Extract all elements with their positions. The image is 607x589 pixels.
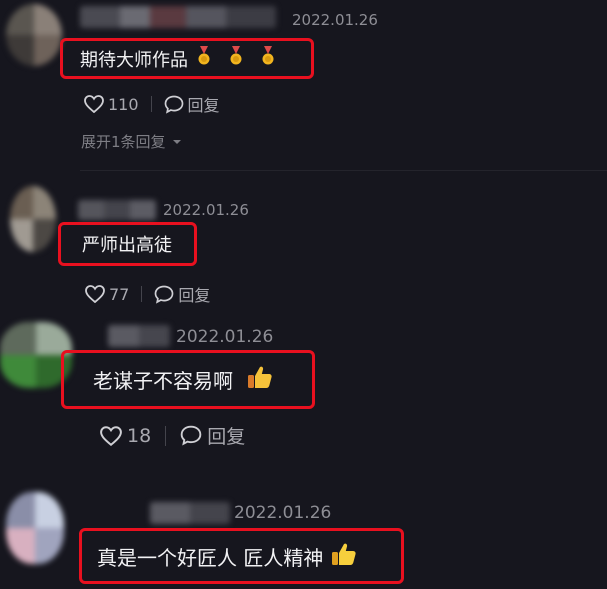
username[interactable] — [150, 502, 230, 524]
comment-text-highlight: 真是一个好匠人 匠人精神 — [79, 528, 404, 584]
comment-text: 期待大师作品 — [80, 49, 188, 71]
username[interactable] — [108, 325, 170, 347]
comment-text: 老谋子不容易啊 — [93, 369, 233, 393]
comment-bubble-icon — [180, 425, 202, 446]
like-count: 110 — [108, 94, 139, 114]
reply-button[interactable]: 回复 — [154, 282, 210, 306]
comment-actions: 110 回复 — [84, 92, 220, 116]
avatar[interactable] — [6, 492, 64, 564]
avatar[interactable] — [6, 4, 62, 66]
comment-date: 2022.01.26 — [292, 11, 378, 29]
comment-date: 2022.01.26 — [163, 201, 249, 219]
medal-icon — [228, 46, 244, 71]
username[interactable] — [80, 6, 276, 28]
reply-button[interactable]: 回复 — [180, 422, 245, 449]
comment-list: 2022.01.26 期待大师作品 110 回复 展开1条回复 2022.01.… — [0, 0, 607, 589]
comment-text-highlight: 严师出高徒 — [58, 222, 197, 266]
divider — [80, 170, 607, 171]
heart-icon — [84, 95, 104, 113]
medal-icon — [196, 46, 212, 71]
caret-down-icon — [172, 139, 181, 144]
thumbs-up-icon — [331, 542, 357, 571]
expand-replies-button[interactable]: 展开1条回复 — [81, 131, 182, 152]
avatar[interactable] — [10, 186, 56, 252]
comment-actions: 18 回复 — [100, 422, 245, 449]
reply-label: 回复 — [187, 96, 220, 115]
like-count: 18 — [127, 424, 152, 447]
heart-icon — [85, 285, 105, 303]
expand-replies-label: 展开1条回复 — [81, 133, 166, 151]
comment-bubble-icon — [164, 95, 183, 114]
like-button[interactable]: 18 — [100, 425, 151, 447]
comment-text: 真是一个好匠人 匠人精神 — [97, 545, 324, 570]
heart-icon — [100, 425, 122, 446]
comment-text: 严师出高徒 — [82, 235, 172, 256]
medal-icon — [260, 46, 276, 71]
comment-actions: 77 回复 — [85, 282, 210, 306]
reply-label: 回复 — [207, 426, 246, 448]
comment-text-highlight: 老谋子不容易啊 — [61, 350, 315, 409]
comment-bubble-icon — [155, 285, 174, 304]
comment-date: 2022.01.26 — [176, 327, 274, 347]
like-button[interactable]: 110 — [84, 95, 139, 114]
like-button[interactable]: 77 — [85, 285, 129, 304]
comment-text-highlight: 期待大师作品 — [60, 38, 314, 79]
like-count: 77 — [109, 284, 130, 304]
reply-label: 回复 — [178, 286, 211, 305]
reply-button[interactable]: 回复 — [164, 92, 220, 116]
comment-date: 2022.01.26 — [234, 503, 332, 523]
username[interactable] — [78, 200, 156, 220]
thumbs-up-icon — [247, 365, 273, 394]
